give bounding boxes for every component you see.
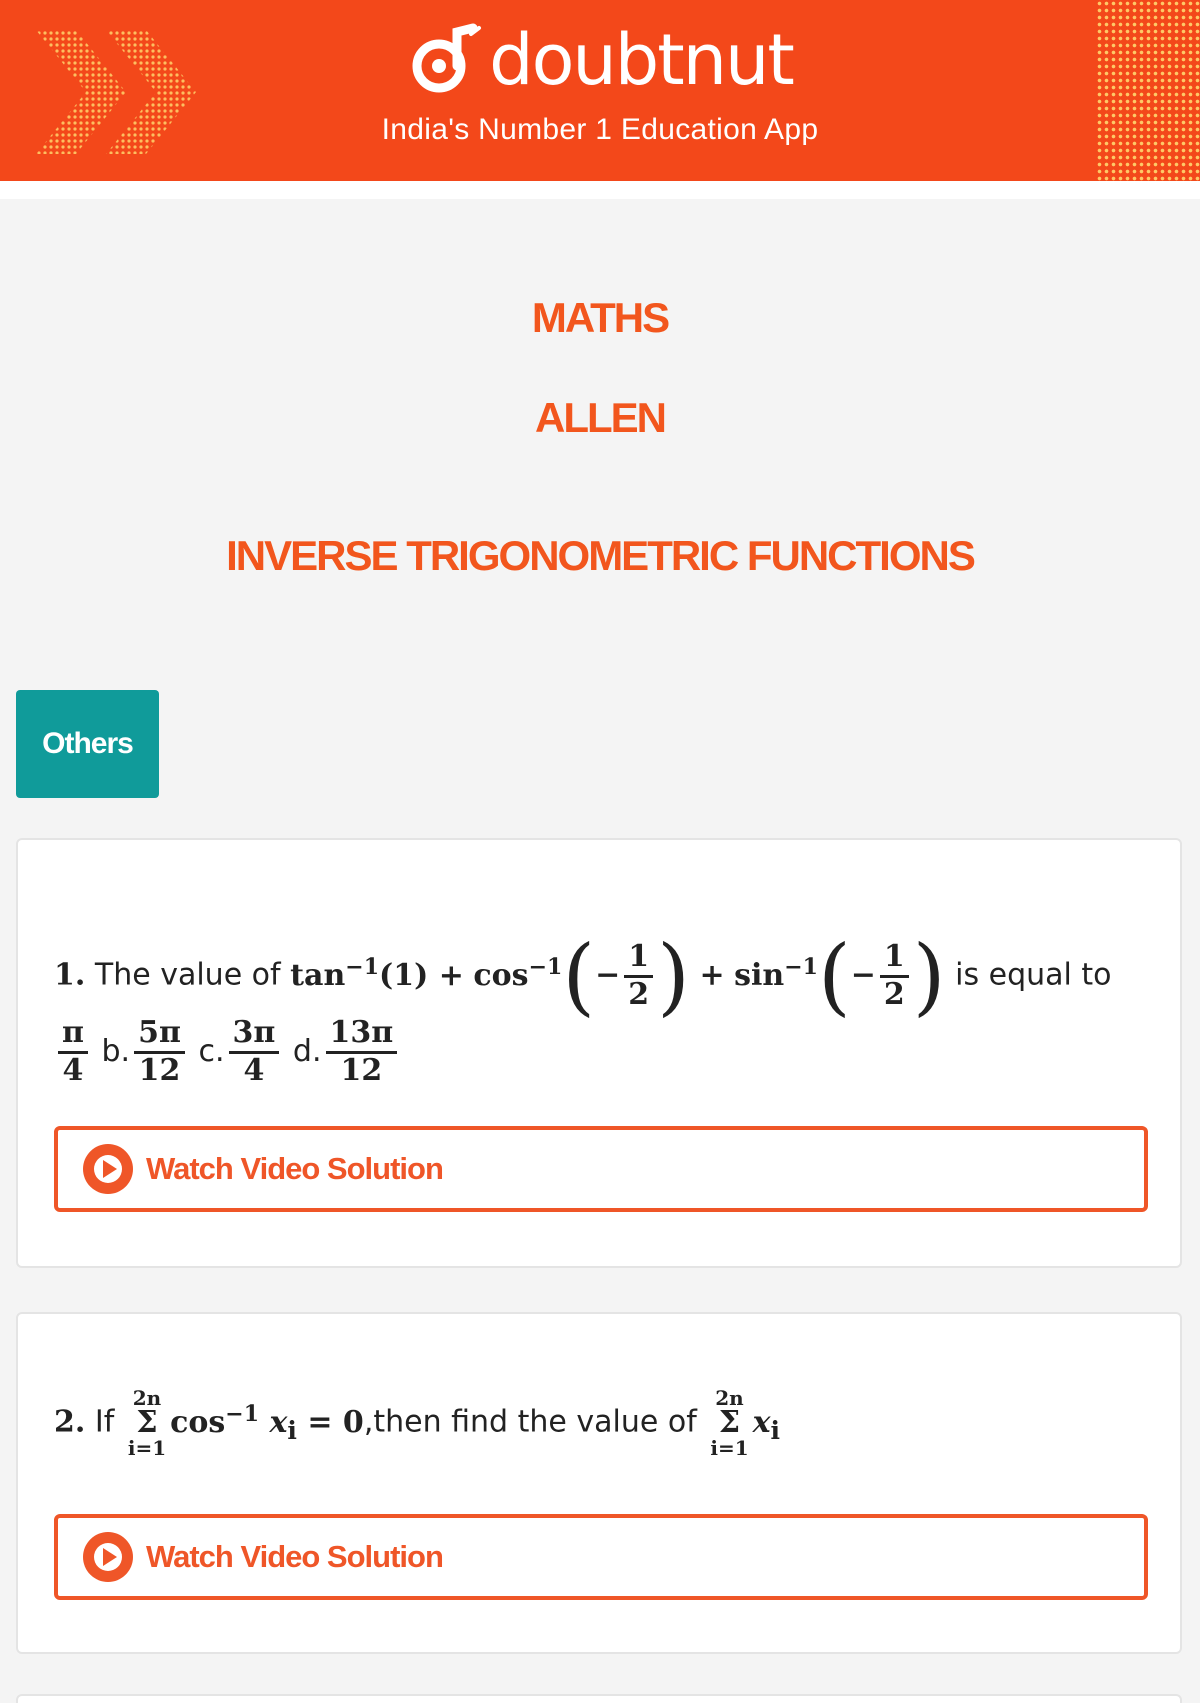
summation: 2n Σi=1 [710, 1386, 749, 1460]
watch-video-label: Watch Video Solution [146, 1151, 444, 1186]
fraction: 12 [879, 939, 909, 1012]
watch-video-label: Watch Video Solution [146, 1539, 444, 1574]
publisher-title: ALLEN [535, 394, 667, 441]
summation: 2n Σi=1 [127, 1386, 167, 1460]
math-sign: + [699, 957, 725, 993]
doubtnut-logo-icon [412, 23, 482, 93]
answer-options: π4 b. 5π 12 c. 3π 4 d. 13π 12 [54, 1015, 401, 1088]
question-number: 2. [54, 1404, 86, 1440]
watch-video-button[interactable]: Watch Video Solution [54, 1126, 1148, 1212]
watch-video-button[interactable]: Watch Video Solution [54, 1514, 1148, 1600]
fraction: 12 [624, 939, 654, 1012]
category-tag[interactable]: Others [16, 690, 159, 798]
math-sign: − [595, 957, 621, 993]
math-term: tan [290, 957, 346, 993]
math-term: cos [473, 957, 529, 993]
question-number: 1. [54, 957, 86, 993]
play-circle-icon [83, 1532, 133, 1582]
math-exponent: −1 [784, 953, 818, 980]
math-sign: − [850, 957, 876, 993]
question-tail: is equal to [955, 957, 1112, 993]
question-mid: ,then find the value of [363, 1404, 697, 1440]
option: π4 [54, 1015, 92, 1087]
option: b. 5π 12 [102, 1015, 189, 1087]
math-term: (1) + [379, 957, 464, 993]
brand-name: doubtnut [489, 19, 795, 101]
brand: doubtnut India's Number 1 Education App [0, 22, 1200, 147]
math-exponent: −1 [528, 953, 563, 980]
question-card [16, 1694, 1182, 1703]
tagline: India's Number 1 Education App [381, 113, 819, 146]
math-term: sin [734, 957, 785, 993]
question-text: 2. If 2n Σi=1 cos−1 xi = 0,then find the v… [54, 1386, 781, 1460]
question-card: 1. The value of tan−1(1) + cos−1(− 1 2) + … [16, 838, 1182, 1268]
option: c. 3π 4 [199, 1015, 284, 1087]
play-circle-icon [83, 1144, 133, 1194]
app-header: doubtnut India's Number 1 Education App [0, 0, 1200, 181]
header-divider [0, 181, 1200, 199]
question-card: 2. If 2n Σi=1 cos−1 xi = 0,then find the v… [16, 1312, 1182, 1654]
option: d. 13π 12 [293, 1015, 401, 1087]
question-text: 1. The value of tan−1(1) + cos−1(− 1 2) + … [54, 927, 1112, 1025]
question-intro: The value of [94, 957, 281, 993]
math-exponent: −1 [345, 953, 380, 980]
subject-title: MATHS [531, 294, 670, 341]
chapter-title: INVERSE TRIGONOMETRIC FUNCTIONS [226, 532, 976, 579]
question-intro: If [94, 1404, 115, 1440]
